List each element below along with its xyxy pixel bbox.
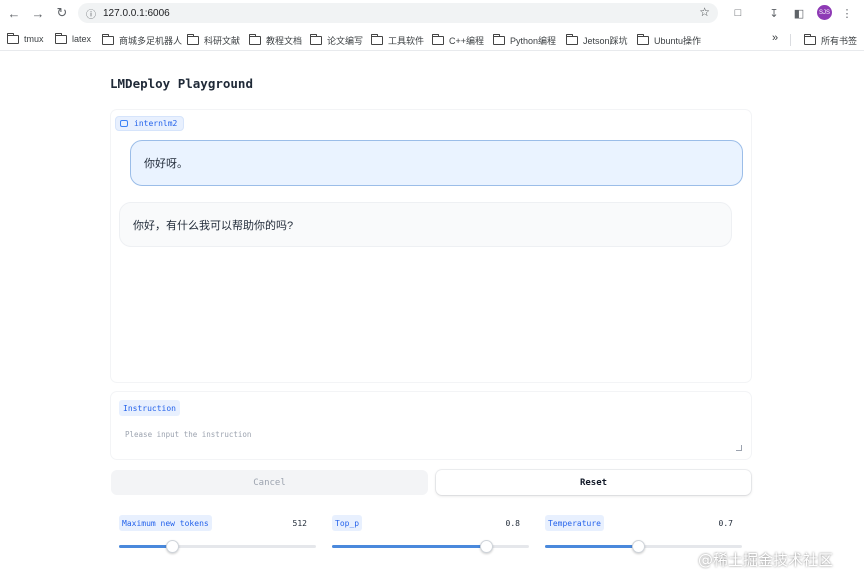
slider-fill <box>332 545 486 548</box>
folder-icon <box>248 34 261 45</box>
watermark: @稀土掘金技术社区 <box>698 551 834 569</box>
profile-avatar[interactable]: SJS <box>817 5 832 20</box>
extensions-icon[interactable]: □ <box>731 6 745 20</box>
bookmark-star-icon[interactable]: ☆ <box>699 5 710 19</box>
forward-icon[interactable]: → <box>31 6 45 21</box>
bookmark-folder[interactable]: Python编程 <box>492 34 556 47</box>
folder-icon <box>492 34 505 45</box>
max-tokens-label: Maximum new tokens <box>119 515 212 531</box>
temperature-slider[interactable] <box>545 540 742 553</box>
folder-icon <box>54 32 67 44</box>
all-bookmarks-folder[interactable]: 所有书签 <box>803 34 857 47</box>
bookmark-folder[interactable]: 科研文献 <box>186 34 240 47</box>
cancel-button[interactable]: Cancel <box>111 470 428 495</box>
resize-handle[interactable] <box>736 445 742 451</box>
bookmarks-bar: tmux latex 商城多足机器人 科研文献 教程文档 论文编写 工具软件 C… <box>0 29 864 51</box>
folder-icon <box>431 34 444 45</box>
bookmark-folder[interactable]: Ubuntu操作 <box>636 34 701 47</box>
bookmark-folder[interactable]: tmux <box>6 32 44 44</box>
assistant-message: 你好，有什么我可以帮助你的吗? <box>119 202 732 247</box>
top-p-slider-panel: Top_p <box>324 507 530 557</box>
slider-thumb[interactable] <box>166 540 180 553</box>
max-tokens-slider-panel: Maximum new tokens <box>111 507 317 557</box>
max-tokens-slider[interactable] <box>119 540 316 553</box>
side-panel-icon[interactable]: ◧ <box>792 6 806 20</box>
divider <box>790 34 791 46</box>
user-message: 你好呀。 <box>130 140 743 186</box>
slider-fill <box>119 545 173 548</box>
bookmark-folder[interactable]: 论文编写 <box>309 34 363 47</box>
max-tokens-value-input[interactable] <box>273 515 313 531</box>
bookmark-folder[interactable]: 商城多足机器人 <box>101 34 182 47</box>
folder-icon <box>309 34 322 45</box>
bookmarks-overflow-button[interactable]: » <box>772 32 778 44</box>
bookmark-folder[interactable]: latex <box>54 32 91 44</box>
reload-icon[interactable]: ↻ <box>55 5 69 20</box>
url-text: 127.0.0.1:6006 <box>103 7 170 19</box>
folder-icon <box>803 34 816 45</box>
slider-fill <box>545 545 638 548</box>
site-info-icon[interactable]: ⓘ <box>86 6 96 21</box>
folder-icon <box>370 34 383 45</box>
reset-button[interactable]: Reset <box>436 470 751 495</box>
bookmark-folder[interactable]: 工具软件 <box>370 34 424 47</box>
instruction-label: Instruction <box>119 400 180 416</box>
slider-thumb[interactable] <box>479 540 493 553</box>
bookmark-folder[interactable]: C++编程 <box>431 34 484 47</box>
browser-toolbar: ← → ↻ ⓘ 127.0.0.1:6006 ☆ □ ↧ ◧ SJS ⋮ <box>0 0 864 27</box>
slider-thumb[interactable] <box>631 540 645 553</box>
bookmark-folder[interactable]: Jetson踩坑 <box>565 34 628 47</box>
temperature-value-input[interactable] <box>699 515 739 531</box>
chatbot-label: internlm2 <box>115 116 185 131</box>
folder-icon <box>101 34 114 45</box>
top-p-label: Top_p <box>332 515 363 531</box>
top-p-slider[interactable] <box>332 540 529 553</box>
folder-icon <box>186 34 199 45</box>
temperature-label: Temperature <box>545 515 604 531</box>
download-icon[interactable]: ↧ <box>767 6 781 20</box>
chat-bubble-icon <box>120 120 128 127</box>
folder-icon <box>6 32 19 44</box>
menu-kebab-icon[interactable]: ⋮ <box>840 6 854 20</box>
folder-icon <box>636 34 649 45</box>
top-p-value-input[interactable] <box>486 515 526 531</box>
back-icon[interactable]: ← <box>7 6 21 21</box>
bookmark-folder[interactable]: 教程文档 <box>248 34 302 47</box>
folder-icon <box>565 34 578 45</box>
page-title: LMDeploy Playground <box>110 76 253 91</box>
address-bar[interactable]: ⓘ 127.0.0.1:6006 ☆ <box>78 3 718 23</box>
instruction-input[interactable] <box>119 426 743 452</box>
